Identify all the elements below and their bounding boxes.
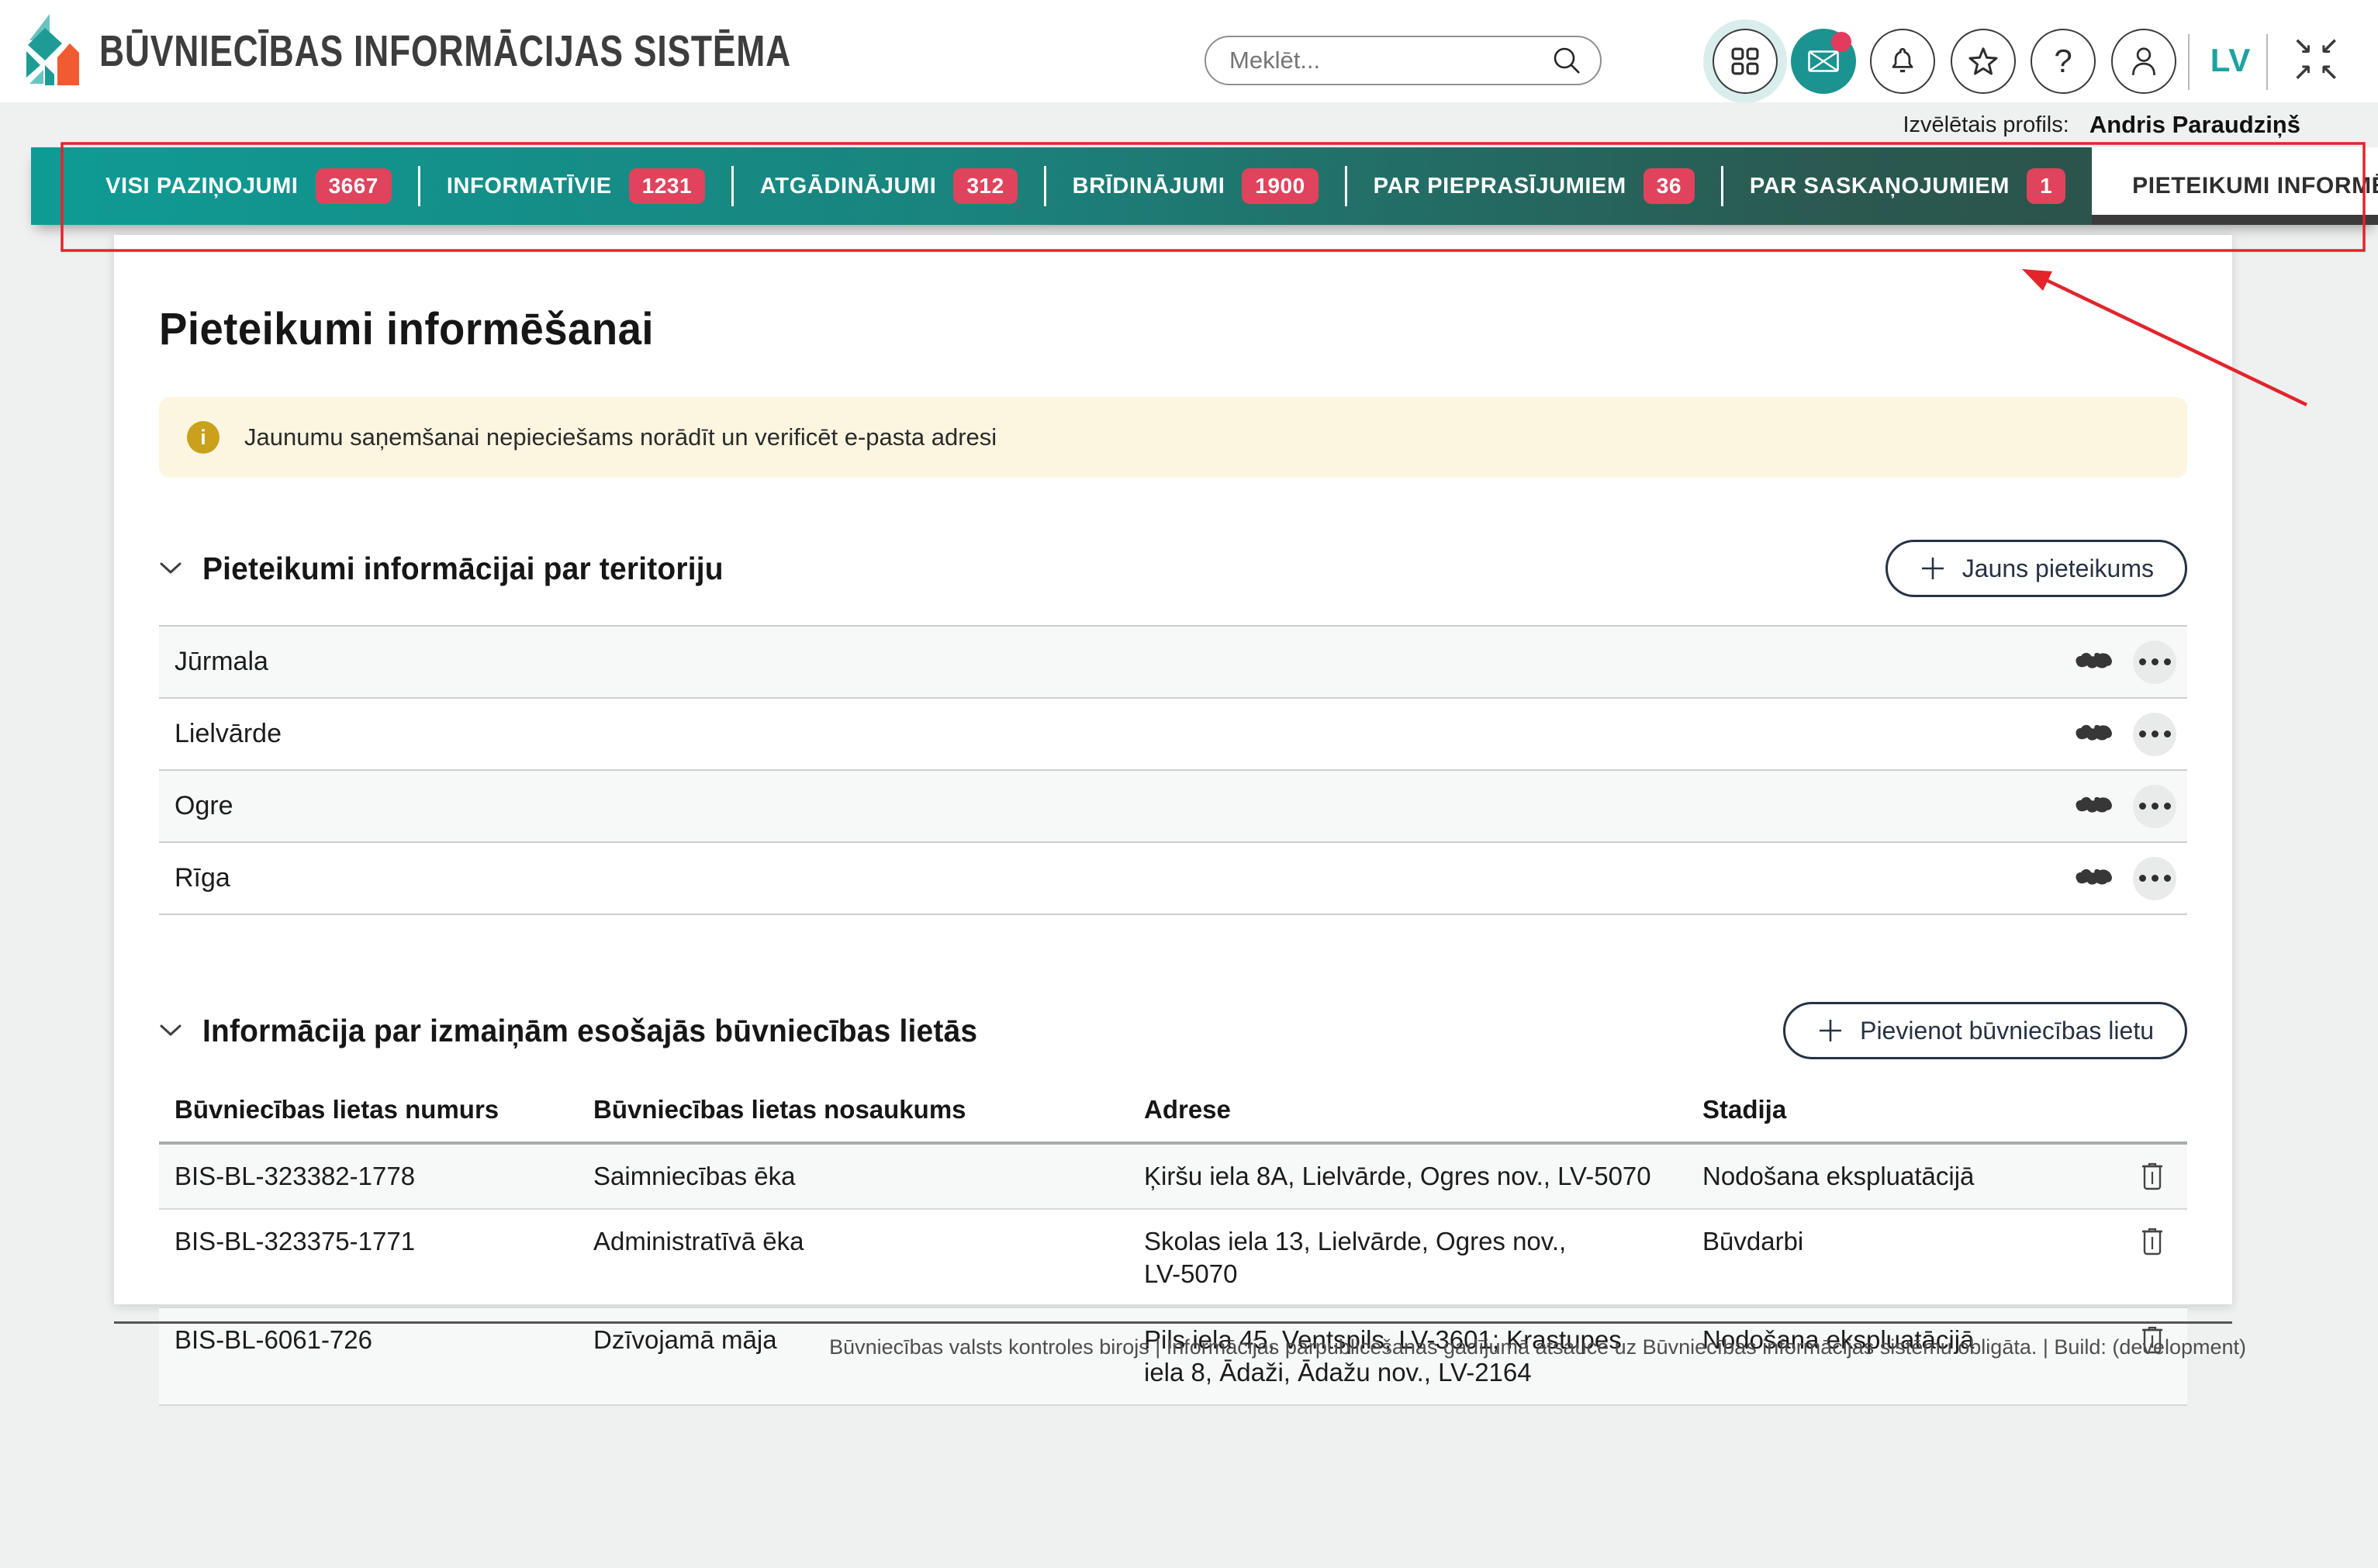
nav-tabs-container: VISI PAZIŅOJUMI 3667 INFORMATĪVIE 1231 A… bbox=[31, 147, 2378, 225]
unread-badge-dot bbox=[1831, 32, 1851, 52]
delete-trash-icon[interactable] bbox=[2141, 1162, 2164, 1191]
table-row: BIS-BL-323375-1771 Administratīvā ēka Sk… bbox=[159, 1208, 2187, 1306]
notifications-nav-bar: VISI PAZIŅOJUMI 3667 INFORMATĪVIE 1231 A… bbox=[31, 147, 2378, 225]
territory-section-title: Pieteikumi informācijai par teritoriju bbox=[202, 551, 724, 587]
search-input[interactable] bbox=[1228, 46, 1550, 75]
territory-row[interactable]: Rīga bbox=[159, 841, 2187, 915]
territory-row[interactable]: Lielvārde bbox=[159, 697, 2187, 769]
info-banner-text: Jaunumu saņemšanai nepieciešams norādīt … bbox=[244, 423, 997, 451]
arrow-se-glyph: ↘ bbox=[2290, 34, 2316, 60]
arrow-ne-glyph: ↗ bbox=[2290, 60, 2316, 87]
tab-bridinajumi[interactable]: BRĪDINĀJUMI 1900 bbox=[1046, 147, 1345, 225]
latvia-map-icon[interactable] bbox=[2072, 865, 2116, 891]
logo-mark-icon bbox=[23, 12, 81, 90]
user-profile-icon[interactable] bbox=[2111, 29, 2176, 94]
latvia-map-icon[interactable] bbox=[2072, 649, 2116, 675]
plus-icon bbox=[1919, 554, 1947, 582]
selected-profile-name[interactable]: Andris Paraudziņš bbox=[2089, 111, 2300, 139]
row-actions-menu[interactable] bbox=[2133, 713, 2176, 756]
selected-profile-label: Izvēlētais profils: bbox=[1903, 112, 2069, 138]
arrow-sw-glyph: ↙ bbox=[2316, 34, 2342, 60]
search-box bbox=[1205, 36, 1602, 85]
info-icon: i bbox=[187, 421, 219, 454]
tab-atgadinajumi[interactable]: ATGĀDINĀJUMI 312 bbox=[734, 147, 1044, 225]
language-selector[interactable]: LV bbox=[2201, 31, 2260, 90]
arrow-nw-glyph: ↖ bbox=[2316, 60, 2342, 87]
content-card: Pieteikumi informēšanai i Jaunumu saņemš… bbox=[114, 235, 2232, 1304]
row-actions-menu[interactable] bbox=[2133, 641, 2176, 684]
header-divider bbox=[2266, 34, 2268, 90]
help-icon[interactable]: ? bbox=[2031, 29, 2096, 94]
notifications-bell-icon[interactable] bbox=[1870, 29, 1935, 94]
favorites-star-icon[interactable] bbox=[1951, 29, 2016, 94]
territory-section-header: Pieteikumi informācijai par teritoriju J… bbox=[159, 540, 2187, 597]
logo-title: BŪVNIECĪBAS INFORMĀCIJAS SISTĒMA bbox=[99, 26, 791, 77]
chevron-down-icon[interactable] bbox=[159, 561, 182, 575]
cases-section-header: Informācija par izmaiņām esošajās būvnie… bbox=[159, 1002, 2187, 1059]
info-banner: i Jaunumu saņemšanai nepieciešams norādī… bbox=[159, 397, 2187, 478]
latvia-map-icon[interactable] bbox=[2072, 793, 2116, 819]
new-application-button[interactable]: Jauns pieteikums bbox=[1885, 540, 2187, 597]
col-number: Būvniecības lietas numurs bbox=[175, 1095, 593, 1124]
collapse-header-icon[interactable]: ↘ ↙ ↗ ↖ bbox=[2290, 34, 2342, 87]
count-badge: 312 bbox=[953, 168, 1017, 204]
delete-trash-icon[interactable] bbox=[2141, 1227, 2164, 1256]
page-title: Pieteikumi informēšanai bbox=[159, 303, 2065, 355]
messages-icon[interactable] bbox=[1791, 29, 1856, 94]
tab-visi-pazinojumi[interactable]: VISI PAZIŅOJUMI 3667 bbox=[79, 147, 418, 225]
top-header: BŪVNIECĪBAS INFORMĀCIJAS SISTĒMA bbox=[0, 0, 2378, 102]
app-logo[interactable]: BŪVNIECĪBAS INFORMĀCIJAS SISTĒMA bbox=[23, 11, 987, 92]
count-badge: 1231 bbox=[629, 168, 705, 204]
add-construction-case-button[interactable]: Pievienot būvniecības lietu bbox=[1783, 1002, 2187, 1059]
col-name: Būvniecības lietas nosaukums bbox=[593, 1095, 1144, 1124]
col-stage: Stadija bbox=[1702, 1095, 2106, 1124]
tab-par-saskanojumiem[interactable]: PAR SASKAŅOJUMIEM 1 bbox=[1723, 147, 2092, 225]
cases-section-title: Informācija par izmaiņām esošajās būvnie… bbox=[202, 1013, 977, 1049]
apps-grid-icon[interactable] bbox=[1713, 29, 1778, 94]
count-badge: 3667 bbox=[316, 168, 392, 204]
tab-informativie[interactable]: INFORMATĪVIE 1231 bbox=[420, 147, 731, 225]
table-header-row: Būvniecības lietas numurs Būvniecības li… bbox=[159, 1083, 2187, 1145]
question-mark-glyph: ? bbox=[2054, 43, 2072, 80]
count-badge: 1900 bbox=[1242, 168, 1318, 204]
count-badge: 36 bbox=[1644, 168, 1695, 204]
table-row: BIS-BL-323382-1778 Saimniecības ēka Ķirš… bbox=[159, 1145, 2187, 1208]
header-divider bbox=[2188, 34, 2190, 90]
chevron-down-icon[interactable] bbox=[159, 1024, 182, 1038]
territory-row[interactable]: Jūrmala bbox=[159, 625, 2187, 697]
row-actions-menu[interactable] bbox=[2133, 857, 2176, 900]
territory-list: Jūrmala Lielvārde Ogre Rīga bbox=[159, 625, 2187, 915]
row-actions-menu[interactable] bbox=[2133, 785, 2176, 828]
profile-strip: Izvēlētais profils: Andris Paraudziņš bbox=[0, 102, 2378, 147]
footer-text: Būvniecības valsts kontroles birojs | In… bbox=[829, 1335, 2246, 1359]
count-badge: 1 bbox=[2027, 168, 2065, 204]
search-icon[interactable] bbox=[1550, 44, 1583, 77]
tab-pieteikumi-informesanai-active[interactable]: PIETEIKUMI INFORMĒŠANAI bbox=[2092, 147, 2378, 225]
territory-row[interactable]: Ogre bbox=[159, 769, 2187, 841]
latvia-map-icon[interactable] bbox=[2072, 721, 2116, 747]
col-address: Adrese bbox=[1144, 1095, 1702, 1124]
tab-par-pieprasijumiem[interactable]: PAR PIEPRASĪJUMIEM 36 bbox=[1347, 147, 1721, 225]
plus-icon bbox=[1816, 1017, 1844, 1045]
footer-divider bbox=[114, 1321, 2232, 1324]
